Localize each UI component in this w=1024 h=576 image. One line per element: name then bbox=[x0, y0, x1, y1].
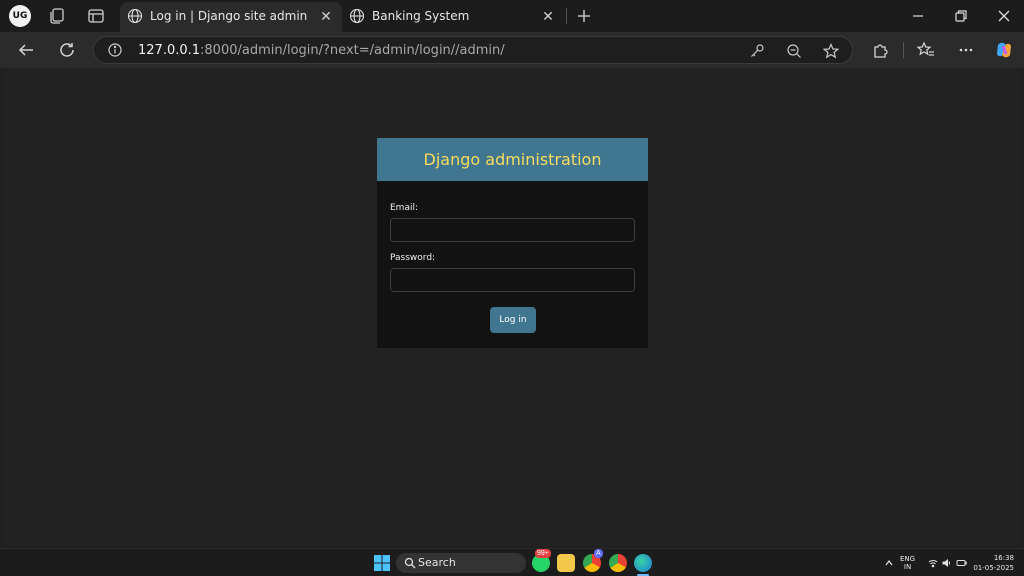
volume-icon[interactable] bbox=[942, 558, 952, 568]
taskbar-search[interactable]: Search bbox=[396, 553, 526, 573]
info-icon[interactable] bbox=[108, 43, 122, 57]
tab-title: Log in | Django site admin bbox=[150, 9, 308, 23]
profile-avatar[interactable]: UG bbox=[9, 5, 31, 27]
restore-icon[interactable] bbox=[951, 6, 971, 26]
email-field[interactable] bbox=[390, 218, 635, 242]
language-code: ENG bbox=[900, 555, 916, 563]
favorite-star-icon[interactable] bbox=[823, 43, 839, 59]
chevron-up-icon[interactable] bbox=[885, 559, 893, 567]
url-path: :8000/admin/login/?next=/admin/login//ad… bbox=[200, 43, 505, 58]
login-panel: Django administration Email: Password: L… bbox=[377, 138, 648, 348]
password-field[interactable] bbox=[390, 268, 635, 292]
workspaces-icon[interactable] bbox=[48, 7, 66, 25]
tab-banking-system[interactable]: Banking System ✕ bbox=[342, 2, 564, 32]
file-explorer-icon[interactable] bbox=[557, 554, 575, 572]
toolbar-divider bbox=[903, 42, 904, 58]
page-viewport: Django administration Email: Password: L… bbox=[4, 68, 1020, 546]
whatsapp-badge: 99+ bbox=[535, 549, 551, 558]
tab-actions-icon[interactable] bbox=[87, 7, 105, 25]
address-bar[interactable]: 127.0.0.1:8000/admin/login/?next=/admin/… bbox=[93, 36, 853, 64]
favorites-icon[interactable] bbox=[917, 41, 935, 59]
url-host: 127.0.0.1 bbox=[138, 43, 201, 58]
search-icon bbox=[404, 557, 416, 569]
close-tab-icon[interactable]: ✕ bbox=[318, 8, 334, 24]
more-menu-icon[interactable] bbox=[957, 41, 975, 59]
url-text[interactable]: 127.0.0.1:8000/admin/login/?next=/admin/… bbox=[138, 43, 505, 58]
chrome-icon[interactable] bbox=[609, 554, 627, 572]
password-label: Password: bbox=[390, 253, 436, 263]
zoom-out-icon[interactable] bbox=[786, 43, 802, 59]
close-tab-icon[interactable]: ✕ bbox=[540, 8, 556, 24]
close-window-icon[interactable] bbox=[994, 6, 1014, 26]
extensions-icon[interactable] bbox=[871, 41, 889, 59]
tab-divider bbox=[566, 8, 567, 24]
email-label: Email: bbox=[390, 203, 419, 213]
search-label: Search bbox=[418, 556, 456, 569]
clock-time: 16:38 bbox=[993, 554, 1014, 562]
key-icon[interactable] bbox=[749, 43, 765, 59]
refresh-icon[interactable] bbox=[58, 41, 76, 59]
region-code: IN bbox=[903, 563, 912, 571]
system-clock[interactable]: 16:38 01-05-2025 bbox=[973, 553, 1014, 573]
tab-bar: UG Log in | Django site admin ✕ Banking … bbox=[0, 0, 1024, 32]
wifi-icon[interactable] bbox=[928, 558, 938, 568]
taskbar: Search 99+ A ENG IN 16:38 01-05-2025 bbox=[0, 548, 1024, 576]
windows-start-icon[interactable] bbox=[374, 555, 390, 571]
back-arrow-icon[interactable] bbox=[17, 41, 35, 59]
clock-date: 01-05-2025 bbox=[973, 564, 1014, 572]
browser-toolbar: 127.0.0.1:8000/admin/login/?next=/admin/… bbox=[0, 32, 1024, 68]
new-tab-icon[interactable] bbox=[575, 7, 593, 25]
language-indicator[interactable]: ENG IN bbox=[900, 555, 915, 571]
minimize-icon[interactable] bbox=[908, 6, 928, 26]
site-title: Django administration bbox=[423, 150, 602, 169]
login-header: Django administration bbox=[377, 138, 648, 181]
tab-title: Banking System bbox=[372, 9, 470, 23]
chrome-profile-badge: A bbox=[594, 549, 603, 558]
battery-icon[interactable] bbox=[956, 558, 967, 568]
edge-icon[interactable] bbox=[634, 554, 652, 572]
globe-icon bbox=[349, 8, 365, 24]
tab-django-login[interactable]: Log in | Django site admin ✕ bbox=[120, 2, 342, 32]
copilot-icon[interactable] bbox=[994, 40, 1014, 60]
login-button[interactable]: Log in bbox=[490, 307, 536, 333]
globe-icon bbox=[127, 8, 143, 24]
